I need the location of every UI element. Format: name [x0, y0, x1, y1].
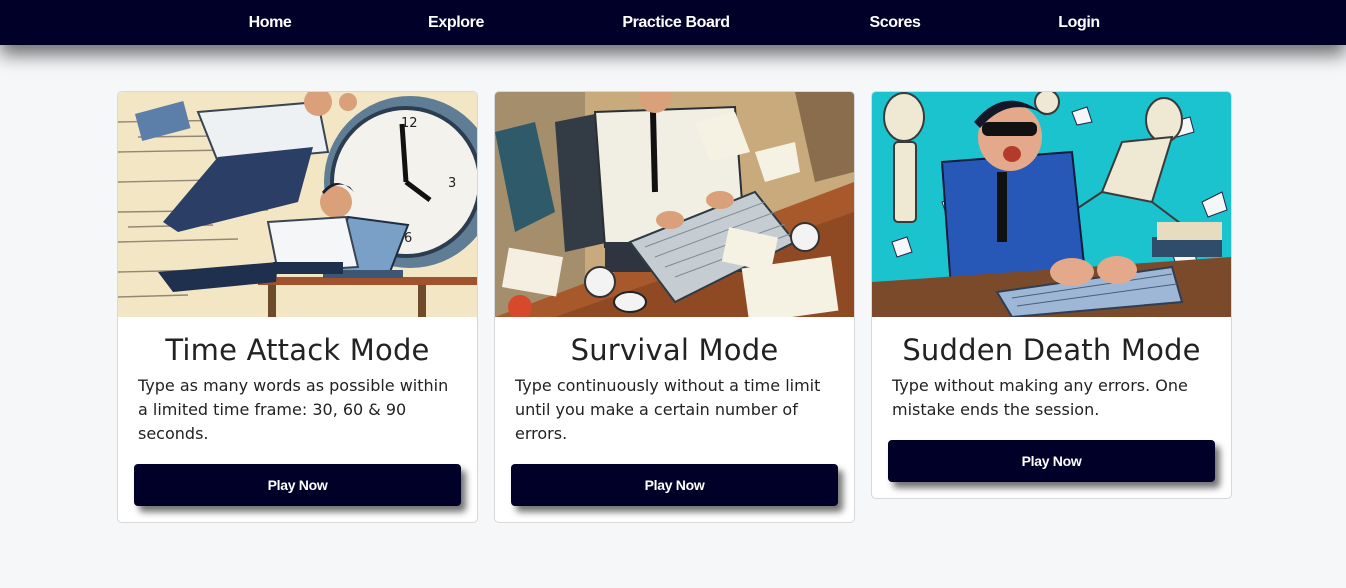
nav-scores[interactable]: Scores — [870, 0, 921, 45]
sudden-death-illustration — [872, 92, 1231, 317]
mode-card-time-attack: 12 3 6 Time Attack Mode Type as many wor… — [117, 91, 478, 523]
card-title: Time Attack Mode — [165, 333, 430, 367]
nav-explore[interactable]: Explore — [428, 0, 484, 45]
card-description: Type continuously without a time limit u… — [515, 376, 821, 443]
play-now-button-time-attack[interactable]: Play Now — [134, 464, 461, 506]
mode-card-sudden-death: Sudden Death Mode Type without making an… — [871, 91, 1232, 499]
top-navbar: Home Explore Practice Board Scores Login — [0, 0, 1346, 45]
svg-text:3: 3 — [448, 176, 456, 191]
nav-login[interactable]: Login — [1058, 0, 1100, 45]
play-now-button-survival[interactable]: Play Now — [511, 464, 838, 506]
time-attack-illustration: 12 3 6 — [118, 92, 477, 317]
card-title: Sudden Death Mode — [902, 333, 1201, 367]
card-description: Type as many words as possible within a … — [138, 376, 449, 443]
survival-illustration — [495, 92, 854, 317]
card-title: Survival Mode — [570, 333, 779, 367]
nav-home[interactable]: Home — [249, 0, 292, 45]
card-description: Type without making any errors. One mist… — [892, 376, 1188, 419]
mode-card-survival: Survival Mode Type continuously without … — [494, 91, 855, 523]
play-now-button-sudden-death[interactable]: Play Now — [888, 440, 1215, 482]
nav-practice-board[interactable]: Practice Board — [622, 0, 730, 45]
